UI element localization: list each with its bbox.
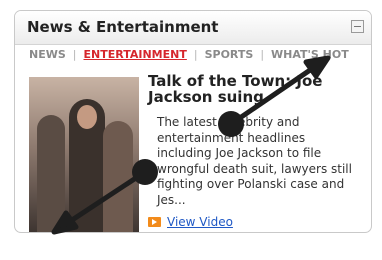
category-tabs: NEWS | ENTERTAINMENT | SPORTS | WHAT'S HOT bbox=[29, 48, 349, 64]
news-widget: News & Entertainment NEWS | ENTERTAINMENT |… bbox=[14, 10, 372, 233]
tab-separator: | bbox=[72, 48, 77, 61]
article-headline[interactable]: Talk of the Town: Joe Jackson suing bbox=[148, 73, 362, 105]
photo-figure bbox=[103, 121, 133, 232]
tab-whats-hot[interactable]: WHAT'S HOT bbox=[271, 48, 349, 61]
tab-separator: | bbox=[193, 48, 198, 61]
summary-line: The latest celebrity and bbox=[157, 115, 300, 129]
article-photo[interactable] bbox=[29, 77, 139, 232]
widget-title: News & Entertainment bbox=[27, 18, 219, 36]
video-camera-icon bbox=[148, 217, 161, 227]
summary-line: wrongful death suit, lawyers still bbox=[157, 161, 352, 176]
view-video-label: View Video bbox=[167, 215, 233, 229]
summary-line: Jes... bbox=[157, 192, 186, 207]
view-video-link[interactable]: View Video bbox=[148, 215, 233, 231]
tab-separator: | bbox=[260, 48, 265, 61]
headline-line: Talk of the Town: Joe bbox=[148, 72, 323, 90]
tab-entertainment[interactable]: ENTERTAINMENT bbox=[84, 48, 187, 61]
tab-news[interactable]: NEWS bbox=[29, 48, 66, 61]
article-summary: The latest celebrity and entertainment h… bbox=[157, 115, 362, 208]
summary-line: fighting over Polanski case and bbox=[157, 177, 345, 191]
summary-line: including Joe Jackson to file bbox=[157, 146, 322, 160]
summary-line: entertainment headlines bbox=[157, 130, 306, 145]
collapse-icon[interactable] bbox=[351, 20, 364, 33]
headline-line: Jackson suing bbox=[148, 88, 264, 106]
photo-figure bbox=[37, 115, 65, 232]
tab-sports[interactable]: SPORTS bbox=[205, 48, 254, 61]
photo-face bbox=[77, 105, 97, 129]
widget-header: News & Entertainment bbox=[15, 11, 371, 45]
